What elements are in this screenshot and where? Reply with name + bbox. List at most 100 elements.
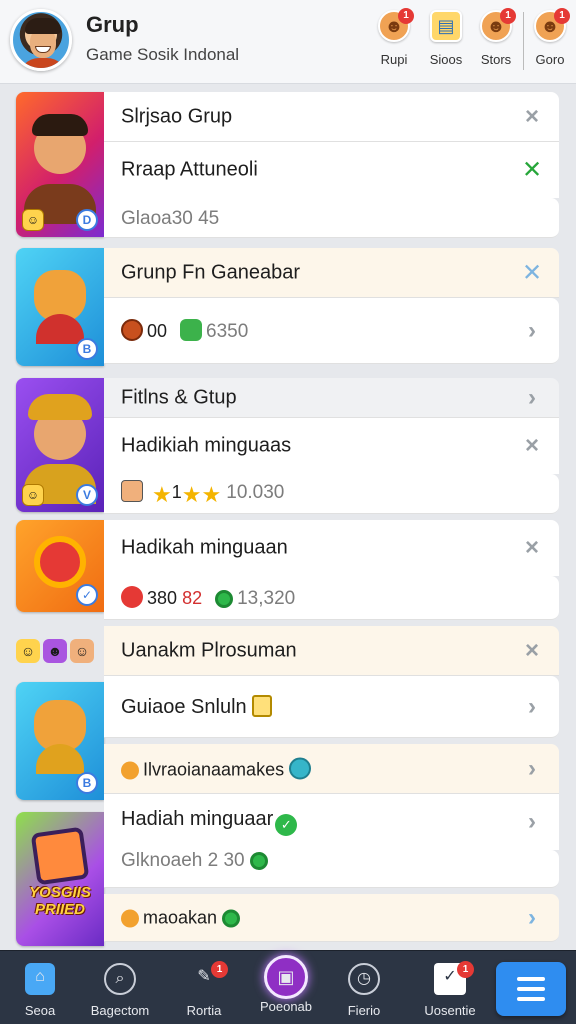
list-item[interactable]: Slrjsao Grup × [104,92,559,142]
header-action-sioos[interactable]: ▤ Sioos [424,8,468,74]
nav-item-home[interactable]: ⌂ Seoa [0,951,80,1024]
thumbnail-tag: YOSGIIS PRIIED [29,884,91,918]
nav-item-center[interactable]: ▣ Poeonab [246,951,326,1024]
emoji-badge-icon: ☺ [22,209,44,231]
menu-icon [517,977,545,981]
group-thumbnail[interactable]: ✓ [16,520,104,612]
app-header: Grup Game Sosik Indonal ☻ 1 Rupi ▤ Sioos… [0,0,576,84]
nav-label: Fierio [347,1003,381,1018]
list-item[interactable]: Hadikah minguaan × [104,520,559,576]
verified-icon: D [76,209,98,231]
coin-icon [121,909,139,927]
row-title-text: Guiaoe Snluln [121,695,247,718]
clock-icon [222,909,241,927]
star-icon: ★ [181,482,202,507]
list-item[interactable]: Grunp Fn Ganeabar ✕ [104,248,559,298]
list-item[interactable]: Rraap Attuneoli ✕ [104,142,559,198]
nav-item-search[interactable]: ⌕ Bagectom [80,951,160,1024]
clock-icon: ◷ [348,963,380,995]
chevron-right-icon[interactable]: › [519,904,545,932]
row-stats: 00 6350 [121,318,249,343]
chevron-right-icon[interactable]: › [519,808,545,836]
menu-button[interactable] [496,962,566,1016]
group-thumbnail[interactable]: ☺ D [16,92,104,237]
list-item[interactable]: Ilvraoianaamakes › [104,744,559,794]
chevron-right-icon[interactable]: › [519,693,545,721]
globe-icon [289,757,312,779]
list-item[interactable]: Guiaoe Snluln › [104,676,559,738]
close-icon[interactable]: × [519,103,545,131]
header-action-rupi[interactable]: ☻ 1 Rupi [372,8,416,74]
nav-label: Poeonab [259,999,313,1014]
row-title: Hadikiah minguaas [121,434,292,457]
nav-label: Rortia [186,1003,222,1018]
stat-value: 6350 [206,320,249,342]
stat-value: 1 [171,482,182,502]
row-stats: ★1★★ 10.030 [121,480,284,506]
chevron-right-icon[interactable]: › [519,384,545,412]
close-icon[interactable]: × [519,637,545,665]
nav-item-uosentie[interactable]: ✓ 1 Uosentie [410,951,490,1024]
verified-icon: B [76,338,98,360]
chevron-right-icon[interactable]: › [519,317,545,345]
row-title: Ilvraoianaamakes [121,757,315,780]
verified-icon: ✓ [76,584,98,606]
row-title: maoakan [121,907,244,928]
check-icon: ✓ [275,814,298,836]
stat-value: 82 [182,587,203,608]
header-action-label: Goro [535,52,565,67]
close-icon[interactable]: × [519,534,545,562]
user-avatar[interactable] [10,9,72,71]
search-icon: ⌕ [104,963,136,995]
close-icon[interactable]: × [519,432,545,460]
emoji-strip: ☺ ☻ ☺ [16,639,104,669]
stat-value: 10.030 [226,482,285,503]
clipboard-icon: ▤ [430,10,462,42]
emoji-badge-icon: ☺ [22,484,44,506]
notification-badge: 1 [398,8,414,24]
chevron-right-icon[interactable]: › [519,755,545,783]
list-item: Glknoaeh 2 30 [104,850,559,888]
accept-icon[interactable]: ✕ [519,156,545,185]
row-title: Hadiah minguaar ✓ [121,808,301,836]
row-subtitle: Glknoaeh 2 30 [121,850,272,872]
list-item[interactable]: Hadikiah minguaas × [104,418,559,474]
menu-icon [517,987,545,991]
verified-icon: V [76,484,98,506]
nav-label: Bagectom [90,1003,150,1018]
group-thumbnail[interactable]: B [16,248,104,366]
header-action-label: Stors [480,52,512,67]
group-thumbnail[interactable]: B [16,682,104,800]
list-item: Glaoa30 45 [104,198,559,238]
header-action-label: Sioos [429,52,463,67]
list-item[interactable]: Uanakm Plrosuman × [104,626,559,676]
header-action-goro[interactable]: ☻ 1 Goro [528,8,572,74]
list-item: 380 82 13,320 [104,576,559,620]
header-action-label: Rupi [380,52,408,67]
row-title: Fitlns & Gtup [121,386,237,408]
play-center-icon: ▣ [264,955,308,999]
list-item[interactable]: maoakan › [104,894,559,942]
gem-icon [180,318,203,341]
group-thumbnail[interactable]: YOSGIIS PRIIED [16,812,104,946]
close-icon[interactable]: ✕ [519,258,545,287]
list-item[interactable]: Fitlns & Gtup › [104,378,559,418]
nav-item-rortia[interactable]: ✎ 1 Rortia [164,951,244,1024]
row-title-text: Ilvraoianaamakes [143,759,285,779]
row-subtitle: Glaoa30 45 [121,208,220,229]
row-title-text: Hadiah minguaar [121,808,274,830]
list-item[interactable]: Hadiah minguaar ✓ › [104,794,559,850]
ball-icon [121,318,143,341]
page-subtitle: Game Sosik Indonal [86,45,240,64]
nav-item-fierio[interactable]: ◷ Fierio [324,951,404,1024]
group-thumbnail[interactable]: ☺ V [16,378,104,512]
menu-icon [517,997,545,1001]
verified-icon: B [76,772,98,794]
notification-badge: 1 [211,961,228,978]
list-item[interactable]: 00 6350 › [104,298,559,364]
face-emoji-icon: ☺ [70,639,94,663]
nav-label: Uosentie [424,1003,476,1018]
header-action-stors[interactable]: ☻ 1 Stors [474,8,518,74]
avatar-small-icon [121,480,143,502]
nav-label: Seoa [24,1003,56,1018]
